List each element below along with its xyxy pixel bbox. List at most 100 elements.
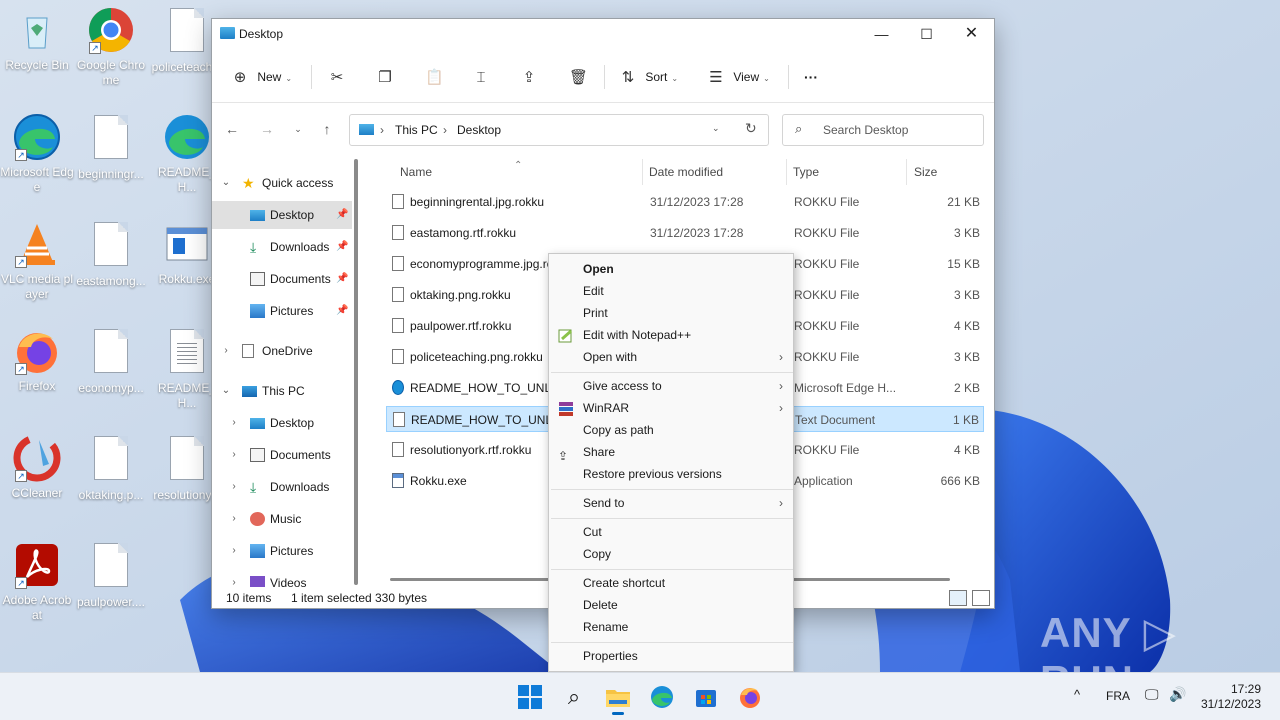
sort-label: Sort bbox=[645, 70, 668, 84]
menu-item-print[interactable]: Print bbox=[549, 302, 793, 324]
more-options-button[interactable]: ··· bbox=[804, 63, 818, 91]
address-history-chevron-icon[interactable]: ⌄ bbox=[712, 123, 720, 134]
navigation-scrollbar[interactable] bbox=[354, 159, 358, 585]
menu-item-open[interactable]: Open bbox=[549, 258, 793, 280]
menu-item-give-access-to[interactable]: Give access to › bbox=[549, 375, 793, 397]
file-explorer-taskbar-button[interactable] bbox=[599, 679, 637, 715]
firefox-taskbar-button[interactable] bbox=[731, 679, 769, 715]
chevron-right-icon[interactable]: › bbox=[228, 537, 240, 565]
tiles-view-icon[interactable] bbox=[972, 590, 990, 606]
menu-item-rename[interactable]: Rename bbox=[549, 616, 793, 638]
sort-button[interactable]: ⇅ Sort ⌄ bbox=[620, 63, 678, 91]
desktop-icon-oktaking[interactable]: oktaking.p... bbox=[74, 434, 148, 503]
menu-item-copy[interactable]: Copy bbox=[549, 543, 793, 565]
title-bar[interactable]: Desktop — ☐ ✕ bbox=[212, 19, 994, 51]
nav-quick-documents[interactable]: Documents 📌 bbox=[212, 265, 352, 293]
chevron-down-icon[interactable]: ⌄ bbox=[220, 169, 232, 197]
nav-quick-downloads[interactable]: ⤓ Downloads 📌 bbox=[212, 233, 352, 261]
shortcut-arrow-icon: ↗ bbox=[15, 149, 27, 161]
menu-item-copy-as-path[interactable]: Copy as path bbox=[549, 419, 793, 441]
clock[interactable]: 17:29 31/12/2023 bbox=[1201, 682, 1261, 712]
column-header-name[interactable]: Name bbox=[400, 155, 432, 189]
menu-item-open-with[interactable]: Open with › bbox=[549, 346, 793, 368]
nav-quick-pictures[interactable]: Pictures 📌 bbox=[212, 297, 352, 325]
address-bar[interactable]: › This PC › Desktop ⌄ ↻ bbox=[349, 114, 769, 146]
application-icon bbox=[392, 473, 404, 488]
start-button[interactable] bbox=[511, 679, 549, 715]
chevron-right-icon[interactable]: › bbox=[228, 473, 240, 501]
column-header-date[interactable]: Date modified bbox=[649, 155, 723, 189]
details-view-icon[interactable] bbox=[949, 590, 967, 606]
search-box[interactable]: ⌕ Search Desktop bbox=[782, 114, 984, 146]
desktop-icon-beginningr[interactable]: beginningr... bbox=[74, 113, 148, 182]
menu-item-edit[interactable]: Edit bbox=[549, 280, 793, 302]
breadcrumb-desktop[interactable]: Desktop bbox=[457, 123, 501, 137]
network-icon[interactable]: 🖵 bbox=[1145, 686, 1159, 703]
desktop-icon-firefox[interactable]: ↗ Firefox bbox=[0, 327, 74, 394]
forward-arrow-icon[interactable]: → bbox=[255, 117, 279, 141]
desktop-icon-microsoft-edge[interactable]: ↗ Microsoft Edge bbox=[0, 113, 74, 195]
nav-quick-access[interactable]: ⌄ ★ Quick access bbox=[212, 169, 352, 197]
back-arrow-icon[interactable]: ← bbox=[220, 117, 244, 141]
volume-icon[interactable]: 🔊 bbox=[1169, 686, 1186, 703]
nav-pc-pictures[interactable]: › Pictures bbox=[212, 537, 352, 565]
search-icon: ⌕ bbox=[567, 684, 581, 709]
desktop-icon-paulpower[interactable]: paulpower.... bbox=[74, 541, 148, 610]
edge-taskbar-button[interactable] bbox=[643, 679, 681, 715]
menu-item-share[interactable]: ⇪ Share bbox=[549, 441, 793, 463]
close-button[interactable]: ✕ bbox=[949, 19, 994, 49]
menu-item-restore-previous-versions[interactable]: Restore previous versions bbox=[549, 463, 793, 485]
menu-item-cut[interactable]: Cut bbox=[549, 521, 793, 543]
cut-button[interactable]: ✂ bbox=[329, 63, 345, 91]
chevron-right-icon[interactable]: › bbox=[228, 441, 240, 469]
share-button[interactable]: ⇪ bbox=[521, 63, 537, 91]
desktop-icon-google-chrome[interactable]: ↗ Google Chrome bbox=[74, 6, 148, 88]
text-file-icon bbox=[170, 329, 204, 373]
nav-this-pc[interactable]: ⌄ This PC bbox=[212, 377, 352, 405]
menu-item-delete[interactable]: Delete bbox=[549, 594, 793, 616]
paste-button[interactable]: 📋 bbox=[425, 63, 444, 91]
nav-onedrive[interactable]: › OneDrive bbox=[212, 337, 352, 365]
nav-pc-documents[interactable]: › Documents bbox=[212, 441, 352, 469]
maximize-button[interactable]: ☐ bbox=[904, 19, 949, 49]
delete-button[interactable]: 🗑 bbox=[569, 63, 588, 91]
desktop-icon-vlc[interactable]: ↗ VLC media player bbox=[0, 220, 74, 302]
chevron-down-icon[interactable]: ⌄ bbox=[220, 377, 232, 405]
up-arrow-icon[interactable]: ↑ bbox=[315, 117, 339, 141]
view-button[interactable]: ☰ View ⌄ bbox=[708, 63, 770, 91]
input-language[interactable]: FRA bbox=[1106, 689, 1130, 703]
desktop-icon-eastamong[interactable]: eastamong... bbox=[74, 220, 148, 289]
file-row[interactable]: eastamong.rtf.rokku 31/12/2023 17:28 ROK… bbox=[386, 220, 984, 246]
chevron-right-icon[interactable]: › bbox=[220, 337, 232, 365]
nav-quick-desktop[interactable]: Desktop 📌 bbox=[212, 201, 352, 229]
chevron-right-icon[interactable]: › bbox=[228, 409, 240, 437]
show-hidden-icons-chevron[interactable]: ^ bbox=[1074, 687, 1080, 702]
menu-item-winrar[interactable]: WinRAR › bbox=[549, 397, 793, 419]
minimize-button[interactable]: — bbox=[859, 19, 904, 49]
menu-item-create-shortcut[interactable]: Create shortcut bbox=[549, 572, 793, 594]
chevron-right-icon[interactable]: › bbox=[228, 505, 240, 533]
rename-button[interactable]: ⌶ bbox=[473, 63, 489, 91]
desktop-icon-economyp[interactable]: economyp... bbox=[74, 327, 148, 396]
desktop-icon-recycle-bin[interactable]: Recycle Bin bbox=[0, 6, 74, 73]
copy-button[interactable]: ❐ bbox=[377, 63, 393, 91]
nav-pc-downloads[interactable]: › ⤓ Downloads bbox=[212, 473, 352, 501]
desktop-icon-ccleaner[interactable]: ↗ CCleaner bbox=[0, 434, 74, 501]
new-button[interactable]: ⊕ New ⌄ bbox=[232, 63, 292, 91]
column-header-type[interactable]: Type bbox=[793, 155, 819, 189]
menu-item-edit-with-notepadpp[interactable]: Edit with Notepad++ bbox=[549, 324, 793, 346]
chevron-right-icon[interactable]: › bbox=[228, 569, 240, 587]
nav-pc-music[interactable]: › Music bbox=[212, 505, 352, 533]
nav-pc-desktop[interactable]: › Desktop bbox=[212, 409, 352, 437]
search-taskbar-button[interactable]: ⌕ bbox=[555, 679, 593, 715]
file-row[interactable]: beginningrental.jpg.rokku 31/12/2023 17:… bbox=[386, 189, 984, 215]
recent-locations-chevron-icon[interactable]: ⌄ bbox=[286, 117, 310, 141]
refresh-icon[interactable]: ↻ bbox=[745, 120, 757, 137]
nav-pc-videos[interactable]: › Videos bbox=[212, 569, 352, 587]
breadcrumb-this-pc[interactable]: This PC bbox=[395, 123, 438, 137]
menu-item-properties[interactable]: Properties bbox=[549, 645, 793, 667]
menu-item-send-to[interactable]: Send to › bbox=[549, 492, 793, 514]
desktop-icon-adobe-acrobat[interactable]: ↗ Adobe Acrobat bbox=[0, 541, 74, 623]
store-taskbar-button[interactable] bbox=[687, 679, 725, 715]
column-header-size[interactable]: Size bbox=[914, 155, 937, 189]
